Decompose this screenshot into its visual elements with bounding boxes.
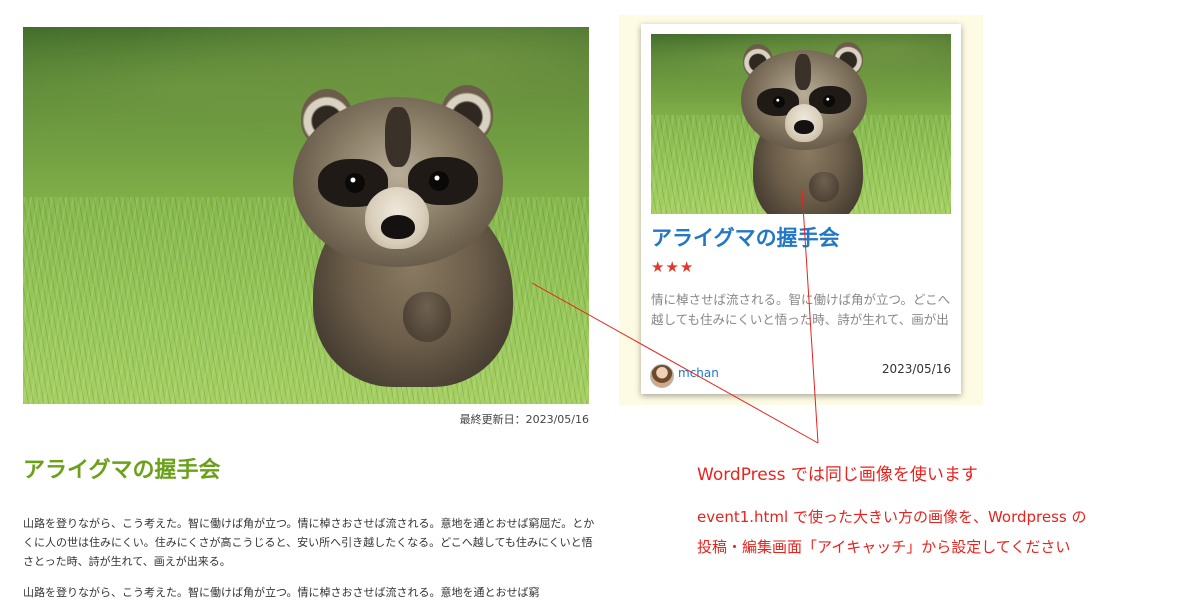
article-paragraph: 山路を登りながら、こう考えた。智に働けば角が立つ。情に棹さおさせば流される。意地… [23, 517, 595, 568]
article-title: アライグマの握手会 [23, 458, 221, 483]
raccoon-figure [273, 77, 553, 397]
card-excerpt: 情に棹させば流される。智に働けば角が立つ。どこへ越しても住みにくいと悟った時、詩… [651, 292, 951, 327]
note-line: event1.html で使った大きい方の画像を、Wordpress の [697, 508, 1087, 526]
article-body: 山路を登りながら、こう考えた。智に働けば角が立つ。情に棹さおさせば流される。意地… [23, 514, 603, 600]
note-line: 投稿・編集画面「アイキャッチ」から設定してください [697, 538, 1071, 556]
author-avatar [650, 364, 674, 388]
rating-stars: ★★★ [651, 258, 695, 276]
raccoon-figure [733, 40, 883, 214]
card-date: 2023/05/16 [881, 362, 951, 376]
card-title[interactable]: アライグマの握手会 [651, 222, 840, 252]
author-name[interactable]: mchan [678, 366, 719, 380]
card-thumbnail-image[interactable] [651, 34, 951, 214]
note-body: event1.html で使った大きい方の画像を、Wordpress の 投稿・… [697, 502, 1177, 562]
article-featured-image [23, 27, 589, 404]
article-paragraph: 山路を登りながら、こう考えた。智に働けば角が立つ。情に棹さおさせば流される。意地… [23, 586, 540, 599]
last-updated-date: 最終更新日：2023/05/16 [459, 413, 589, 426]
page: 最終更新日：2023/05/16 アライグマの握手会 山路を登りながら、こう考え… [0, 0, 1200, 600]
note-heading: WordPress では同じ画像を使います [697, 465, 978, 485]
